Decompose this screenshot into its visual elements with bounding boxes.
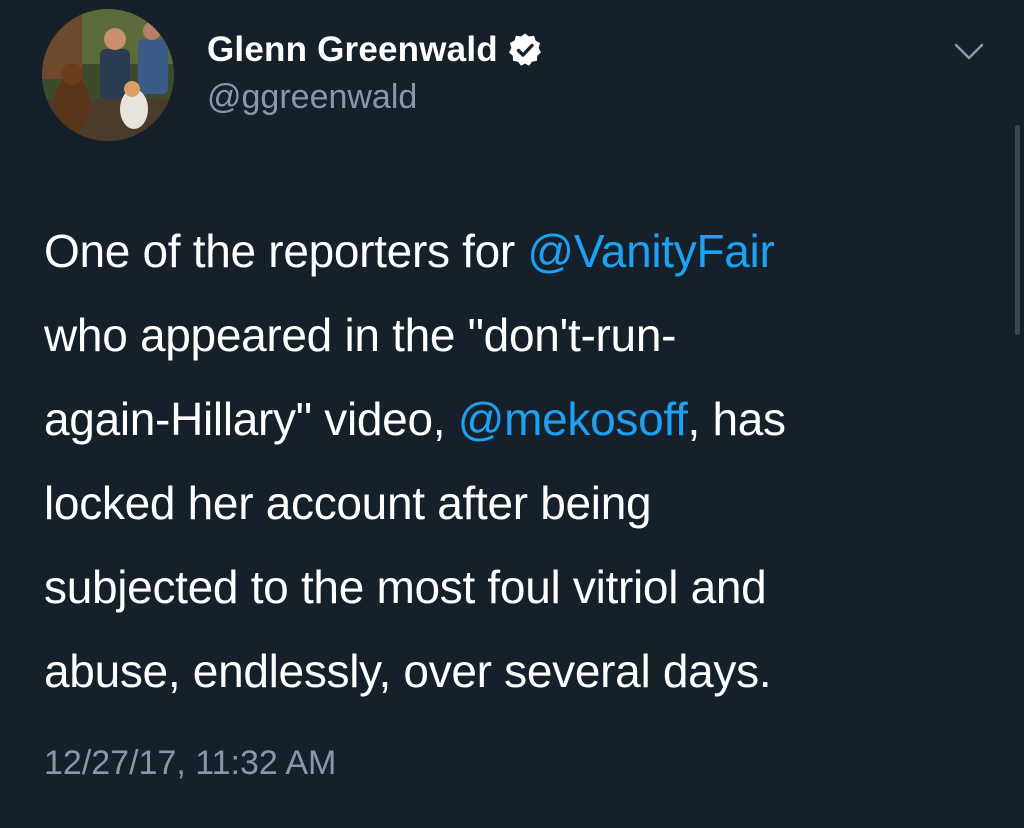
tweet-text-line: who appeared in the "don't-run- xyxy=(44,293,994,377)
tweet-card: Glenn Greenwald @ggreenwald One of the r… xyxy=(0,0,1024,828)
chevron-down-icon[interactable] xyxy=(950,34,988,68)
author-row: Glenn Greenwald xyxy=(207,28,543,72)
tweet-text-line: again-Hillary" video, @mekosoff, has xyxy=(44,377,994,461)
verified-badge-icon xyxy=(507,32,543,68)
tweet-text-segment: abuse, endlessly, over several days. xyxy=(44,645,772,697)
timestamp[interactable]: 12/27/17, 11:32 AM xyxy=(44,744,336,783)
tweet-text: One of the reporters for @VanityFair who … xyxy=(44,209,994,713)
tweet-text-segment: One of the reporters for xyxy=(44,225,528,277)
tweet-text-line: locked her account after being xyxy=(44,461,994,545)
scrollbar[interactable] xyxy=(1015,125,1020,335)
display-name[interactable]: Glenn Greenwald xyxy=(207,30,498,70)
tweet-text-line: abuse, endlessly, over several days. xyxy=(44,629,994,713)
handle[interactable]: @ggreenwald xyxy=(207,78,417,117)
tweet-text-segment: again-Hillary" video, xyxy=(44,393,458,445)
tweet-text-line: subjected to the most foul vitriol and xyxy=(44,545,994,629)
tweet-text-segment: locked her account after being xyxy=(44,477,652,529)
tweet-text-segment: subjected to the most foul vitriol and xyxy=(44,561,767,613)
tweet-text-segment: , has xyxy=(687,393,787,445)
tweet-text-segment: who appeared in the "don't-run- xyxy=(44,309,677,361)
tweet-text-line: One of the reporters for @VanityFair xyxy=(44,209,994,293)
avatar-photo xyxy=(42,9,174,141)
mention-link[interactable]: @VanityFair xyxy=(527,225,774,277)
mention-link[interactable]: @mekosoff xyxy=(458,393,688,445)
avatar[interactable] xyxy=(42,9,174,141)
